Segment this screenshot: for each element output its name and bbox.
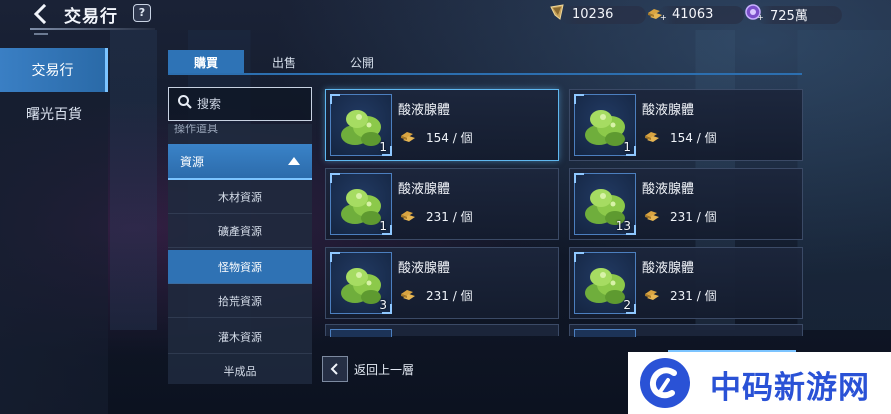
search-input[interactable] (197, 97, 307, 111)
category-list: 操作道具 資源 木材資源 礦產資源 怪物資源 拾荒資源 灌木資源 半成品 (168, 124, 312, 384)
item-icon-frame: 2 (574, 252, 636, 314)
title-dash (34, 33, 48, 35)
acid-gland-icon (585, 268, 625, 304)
title-underline (30, 28, 155, 30)
tab-bar: 購買 出售 公開 (168, 50, 802, 74)
item-icon-frame: 1 (330, 94, 392, 156)
gold-bars-icon (400, 286, 418, 305)
item-name: 酸液腺體 (642, 103, 695, 118)
category-cut-off-item[interactable]: 操作道具 (174, 124, 218, 136)
premium-coin-plus-icon[interactable]: + (744, 3, 764, 25)
watermark-logo-icon (638, 356, 692, 410)
currency-crystal: 10236 (548, 4, 613, 24)
help-icon[interactable]: ? (133, 4, 151, 22)
gold-bars-icon (400, 207, 418, 226)
search-box[interactable] (168, 87, 312, 121)
item-icon-frame: 1 (574, 94, 636, 156)
sidebar-item-trading-house[interactable]: 交易行 (0, 48, 108, 92)
item-quantity: 3 (379, 298, 387, 312)
back-level-label: 返回上一層 (354, 362, 415, 377)
item-card-partial[interactable] (569, 324, 803, 337)
item-card[interactable]: 1 酸液腺體 154 / 個 (325, 89, 559, 161)
currency-premium[interactable]: + 725萬 (744, 4, 808, 24)
tab-buy[interactable]: 購買 (168, 50, 244, 74)
top-bar: 交易行 ? 10236 + 41063 + 725萬 (0, 0, 891, 30)
item-price: 231 / 個 (644, 286, 717, 305)
category-item-shrub[interactable]: 灌木資源 (168, 320, 312, 354)
item-name: 酸液腺體 (642, 182, 695, 197)
tab-public[interactable]: 公開 (324, 50, 400, 74)
crystal-amount: 10236 (572, 6, 614, 22)
item-price: 231 / 個 (644, 207, 717, 226)
back-arrow-icon[interactable] (30, 3, 52, 25)
gold-bars-icon (644, 207, 662, 226)
item-name: 酸液腺體 (642, 261, 695, 276)
gold-bars-icon (400, 128, 418, 147)
search-icon (177, 94, 193, 114)
item-card[interactable]: 1 酸液腺體 231 / 個 (325, 168, 559, 240)
acid-gland-icon (341, 189, 381, 225)
item-quantity: 1 (623, 140, 631, 154)
gold-bars-icon (644, 286, 662, 305)
item-card[interactable]: 3 酸液腺體 231 / 個 (325, 247, 559, 319)
item-card[interactable]: 1 酸液腺體 154 / 個 (569, 89, 803, 161)
item-price: 231 / 個 (400, 207, 473, 226)
item-card[interactable]: 13 酸液腺體 231 / 個 (569, 168, 803, 240)
item-price-value: 154 / 個 (670, 131, 717, 145)
gold-amount: 41063 (672, 6, 714, 22)
currency-gold[interactable]: + 41063 (646, 4, 713, 24)
tab-underline (168, 73, 802, 75)
category-item-wood[interactable]: 木材資源 (168, 180, 312, 214)
item-price-value: 154 / 個 (426, 131, 473, 145)
gold-bars-plus-icon[interactable]: + (646, 3, 667, 25)
item-name: 酸液腺體 (398, 182, 451, 197)
sidebar-item-dawn-store[interactable]: 曙光百貨 (0, 92, 108, 136)
item-price-value: 231 / 個 (426, 210, 473, 224)
site-watermark: 中码新游网 (628, 352, 891, 414)
crystal-currency-icon (548, 3, 566, 25)
item-price: 154 / 個 (400, 128, 473, 147)
category-header-resources[interactable]: 資源 (168, 144, 312, 180)
acid-gland-icon (341, 110, 381, 146)
acid-gland-icon (341, 268, 381, 304)
gold-bars-icon (644, 128, 662, 147)
item-card-partial[interactable] (325, 324, 559, 337)
category-item-mineral[interactable]: 礦產資源 (168, 214, 312, 248)
acid-gland-icon (585, 110, 625, 146)
page-title: 交易行 (64, 7, 118, 27)
item-name: 酸液腺體 (398, 261, 451, 276)
item-price-value: 231 / 個 (670, 210, 717, 224)
item-price: 231 / 個 (400, 286, 473, 305)
item-quantity: 1 (379, 219, 387, 233)
item-card[interactable]: 2 酸液腺體 231 / 個 (569, 247, 803, 319)
watermark-text: 中码新游网 (710, 370, 870, 406)
item-icon-frame: 3 (330, 252, 392, 314)
item-icon-frame: 13 (574, 173, 636, 235)
tab-sell[interactable]: 出售 (246, 50, 322, 74)
item-quantity: 13 (615, 219, 631, 233)
category-item-monster[interactable]: 怪物資源 (168, 250, 312, 284)
svg-text:+: + (660, 13, 666, 21)
category-item-semi-finished[interactable]: 半成品 (168, 354, 312, 384)
premium-amount: 725萬 (770, 8, 808, 24)
svg-text:+: + (757, 13, 764, 21)
item-price-value: 231 / 個 (670, 289, 717, 303)
item-price-value: 231 / 個 (426, 289, 473, 303)
item-quantity: 1 (379, 140, 387, 154)
item-price: 154 / 個 (644, 128, 717, 147)
item-name: 酸液腺體 (398, 103, 451, 118)
category-item-scavenge[interactable]: 拾荒資源 (168, 284, 312, 318)
item-icon-frame: 1 (330, 173, 392, 235)
collapse-triangle-icon (288, 157, 300, 165)
item-quantity: 2 (623, 298, 631, 312)
chevron-left-icon (322, 356, 348, 382)
acid-gland-icon (585, 189, 625, 225)
sidebar: 交易行 曙光百貨 (0, 48, 108, 414)
category-header-label: 資源 (180, 154, 205, 169)
back-level-button[interactable]: 返回上一層 (322, 356, 414, 382)
